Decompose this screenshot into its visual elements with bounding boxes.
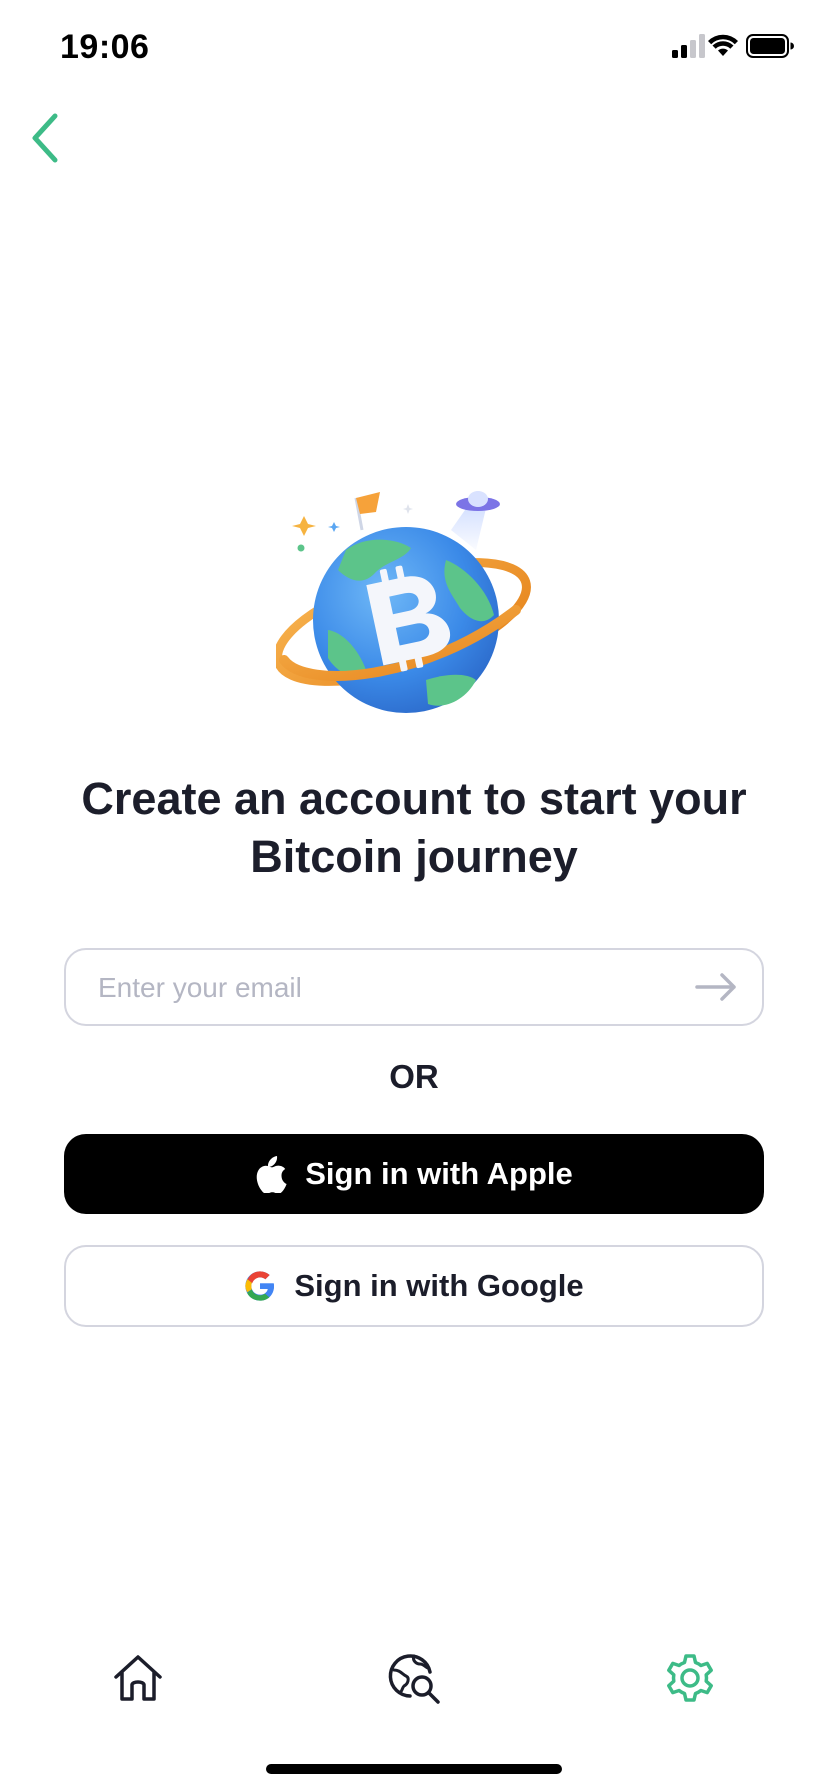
status-bar: 19:06 <box>0 0 828 100</box>
tab-explore[interactable] <box>382 1646 446 1710</box>
home-icon <box>114 1655 162 1701</box>
email-input[interactable] <box>96 950 660 1026</box>
email-field-container <box>64 948 764 1026</box>
apple-button-label: Sign in with Apple <box>305 1156 573 1191</box>
google-logo-icon <box>245 1271 275 1301</box>
email-submit-button[interactable] <box>692 967 740 1007</box>
cellular-signal-icon <box>672 34 705 58</box>
arrow-right-icon <box>695 973 736 1001</box>
battery-icon <box>746 34 794 58</box>
apple-logo-icon <box>256 1156 287 1193</box>
page-title-line-1: Create an account to start your <box>81 773 747 824</box>
sign-in-with-google-button[interactable]: Sign in with Google <box>64 1245 764 1327</box>
tab-bar <box>0 1620 828 1740</box>
home-indicator <box>266 1764 562 1774</box>
google-button-label: Sign in with Google <box>294 1268 584 1303</box>
or-divider: OR <box>389 1058 439 1095</box>
status-time: 19:06 <box>60 28 150 66</box>
wifi-icon <box>708 34 738 56</box>
chevron-left-icon <box>32 113 58 163</box>
page-title: Create an account to start your Bitcoin … <box>40 770 788 886</box>
gear-icon <box>667 1654 713 1702</box>
sign-in-with-apple-button[interactable]: Sign in with Apple <box>64 1134 764 1214</box>
tab-settings[interactable] <box>658 1646 722 1710</box>
globe-search-icon <box>388 1654 440 1704</box>
tab-home[interactable] <box>106 1646 170 1710</box>
page-title-line-2: Bitcoin journey <box>250 831 578 882</box>
back-button[interactable] <box>20 108 70 168</box>
bitcoin-planet-illustration <box>273 490 552 726</box>
